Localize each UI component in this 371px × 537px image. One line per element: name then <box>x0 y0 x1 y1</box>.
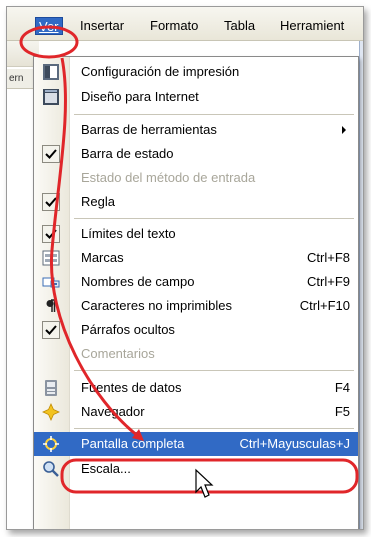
menu-item-web-layout[interactable]: Diseño para Internet <box>34 85 358 109</box>
data-sources-icon <box>42 379 60 397</box>
window-edge <box>359 41 363 529</box>
checkmark-icon <box>42 321 60 339</box>
menu-ver[interactable]: Ver <box>35 17 63 35</box>
full-screen-icon <box>42 435 60 453</box>
menu-bar: Ver Insertar Formato Tabla Herramient <box>7 7 363 41</box>
menu-item-field-shadings[interactable]: Marcas Ctrl+F8 <box>34 246 358 270</box>
pilcrow-icon <box>42 297 60 315</box>
menu-item-print-layout[interactable]: Configuración de impresión <box>34 60 358 84</box>
menu-item-formatting-marks[interactable]: Caracteres no imprimibles Ctrl+F10 <box>34 294 358 318</box>
menu-insertar[interactable]: Insertar <box>77 17 127 35</box>
web-layout-icon <box>42 88 60 106</box>
checkmark-icon <box>42 225 60 243</box>
menu-separator <box>74 370 354 371</box>
menu-item-hidden-paragraphs[interactable]: Párrafos ocultos <box>34 318 358 342</box>
checkmark-icon <box>42 193 60 211</box>
menu-separator <box>74 428 354 429</box>
ver-dropdown-menu: Configuración de impresión Diseño para I… <box>33 56 359 529</box>
field-shadings-icon <box>42 249 60 267</box>
screenshot-frame: Ver Insertar Formato Tabla Herramient er… <box>6 6 364 530</box>
menu-item-field-names[interactable]: Nombres de campo Ctrl+F9 <box>34 270 358 294</box>
navigator-icon <box>42 403 60 421</box>
field-names-icon <box>42 273 60 291</box>
menu-item-input-method-status: Estado del método de entrada <box>81 170 256 185</box>
menu-tabla[interactable]: Tabla <box>221 17 258 35</box>
print-layout-icon <box>42 63 60 81</box>
menu-item-text-boundaries[interactable]: Límites del texto <box>34 222 358 246</box>
zoom-icon <box>42 460 60 478</box>
menu-formato[interactable]: Formato <box>147 17 201 35</box>
menu-herramientas[interactable]: Herramient <box>277 17 347 35</box>
menu-item-comments: Comentarios <box>81 346 155 361</box>
checkmark-icon <box>42 145 60 163</box>
menu-item-zoom[interactable]: Escala... <box>34 457 358 481</box>
menu-separator <box>74 218 354 219</box>
menu-item-status-bar[interactable]: Barra de estado <box>34 142 358 166</box>
menu-item-navigator[interactable]: Navegador F5 <box>34 400 358 424</box>
menu-item-data-sources[interactable]: Fuentes de datos F4 <box>34 376 358 400</box>
menu-item-toolbars[interactable]: Barras de herramientas <box>34 118 358 142</box>
submenu-arrow-icon <box>342 126 346 134</box>
menu-item-ruler[interactable]: Regla <box>34 190 358 214</box>
menu-item-full-screen[interactable]: Pantalla completa Ctrl+Mayusculas+J <box>34 432 358 456</box>
menu-separator <box>74 114 354 115</box>
